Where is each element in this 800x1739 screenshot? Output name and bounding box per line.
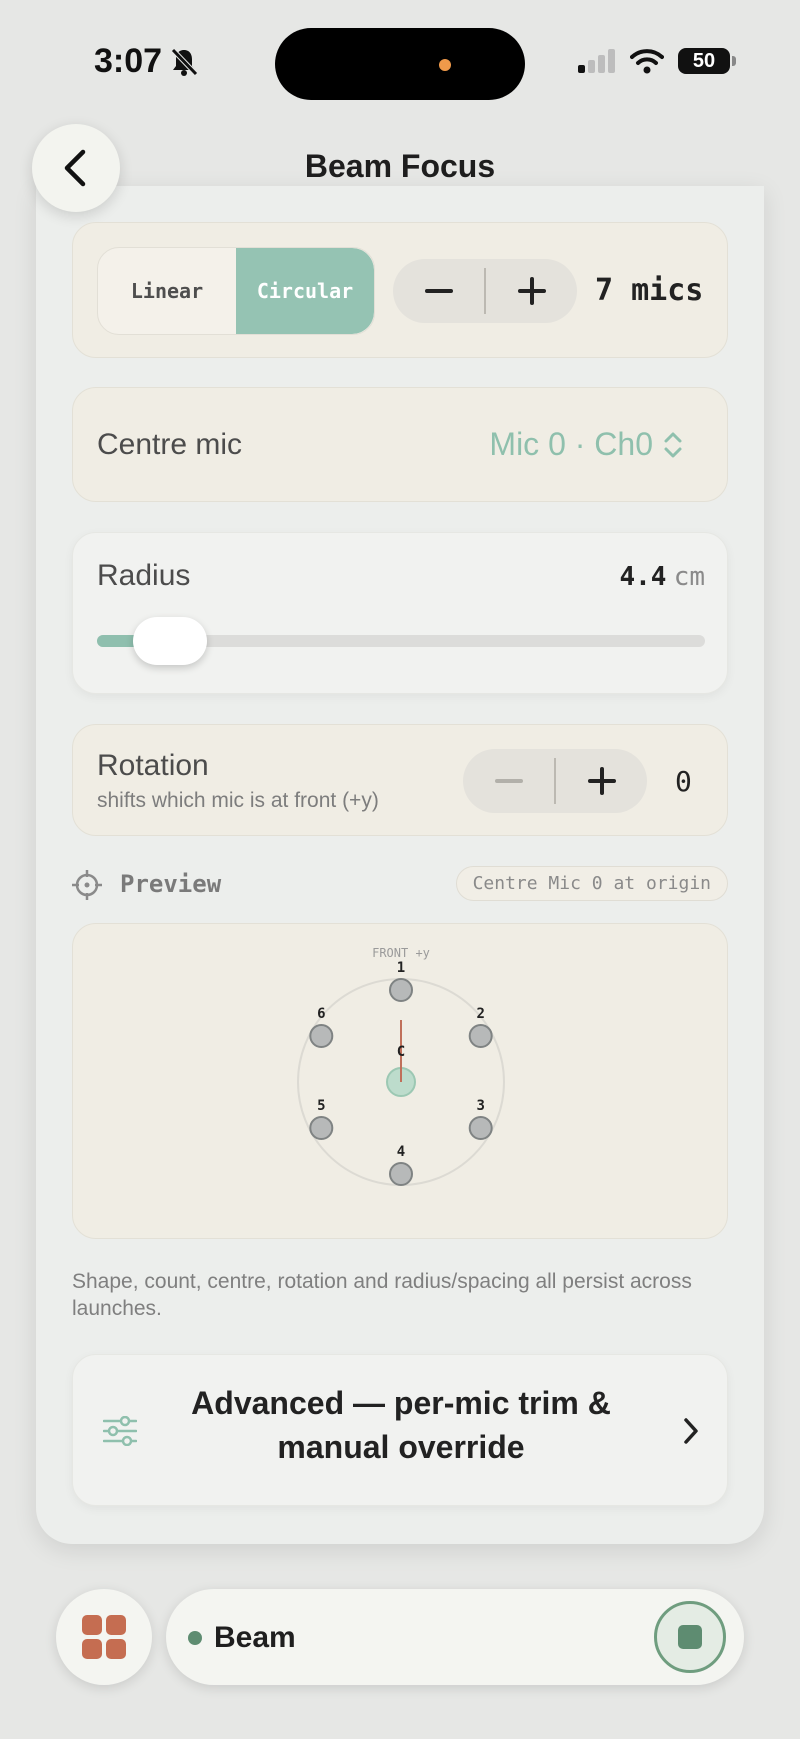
camera-indicator: [439, 59, 451, 71]
mic-label-3: 3: [476, 1098, 484, 1114]
plus-icon: [587, 767, 616, 795]
rotation-card: Rotation shifts which mic is at front (+…: [72, 724, 728, 836]
bell-muted-icon: [171, 47, 198, 76]
rotation-label: Rotation: [97, 749, 209, 782]
shape-segmented-control: Linear Circular: [97, 247, 375, 335]
radius-unit: cm: [673, 562, 705, 592]
crosshair-icon: [72, 870, 102, 900]
preview-header: Preview Centre Mic 0 at origin: [72, 866, 728, 906]
front-direction-label: FRONT +y: [372, 946, 430, 960]
minus-icon: [494, 779, 523, 783]
page-title: Beam Focus: [304, 148, 496, 184]
array-layout-card: Linear Circular 7 mics: [72, 222, 728, 358]
centre-mic-label: C: [397, 1044, 405, 1060]
radius-label: Radius: [97, 559, 191, 592]
mic-label-1: 1: [397, 960, 405, 976]
advanced-label: Advanced — per-mic trim & manual overrid…: [191, 1385, 611, 1465]
chevron-right-icon: [684, 1418, 698, 1444]
preview-origin-badge: Centre Mic 0 at origin: [455, 866, 728, 901]
mic-node-1[interactable]: [389, 978, 413, 1002]
centre-mic-picker[interactable]: Mic 0 · Ch0: [489, 426, 683, 463]
rotation-value: 0: [675, 765, 692, 798]
centre-mic-label: Centre mic: [97, 428, 243, 461]
dynamic-island: [275, 28, 525, 100]
shape-linear-option[interactable]: Linear: [98, 248, 236, 334]
active-mode-bar[interactable]: Beam: [166, 1589, 744, 1685]
rotation-stepper: [463, 749, 647, 813]
minus-icon: [424, 289, 453, 293]
increment-mics-button[interactable]: [486, 259, 577, 323]
status-indicators: 50: [578, 48, 736, 74]
status-time: 3:07: [94, 42, 198, 81]
preview-title: Preview: [120, 870, 222, 898]
apps-grid-button[interactable]: [56, 1589, 152, 1685]
active-mode-label: Beam: [214, 1621, 296, 1654]
increment-rotation-button[interactable]: [556, 749, 647, 813]
battery-indicator: 50: [678, 48, 736, 74]
grid-icon: [82, 1615, 126, 1659]
plus-icon: [517, 277, 546, 305]
mic-label-5: 5: [317, 1098, 325, 1114]
stop-icon: [678, 1625, 702, 1649]
mic-label-4: 4: [397, 1144, 405, 1160]
chevron-up-down-icon: [664, 432, 682, 457]
mic-label-2: 2: [476, 1006, 484, 1022]
mic-label-6: 6: [317, 1006, 325, 1022]
decrement-rotation-button[interactable]: [463, 749, 554, 813]
mic-count-value: 7 mics: [595, 273, 704, 308]
active-indicator-dot: [188, 1631, 202, 1645]
sliders-icon: [103, 1416, 137, 1446]
mic-count-stepper: [393, 259, 577, 323]
radius-readout: 4.4 cm: [619, 561, 705, 592]
rotation-hint: shifts which mic is at front (+y): [97, 789, 379, 812]
mic-node-2[interactable]: [468, 1024, 493, 1048]
mic-node-3[interactable]: [468, 1116, 493, 1140]
stop-button[interactable]: [654, 1601, 726, 1673]
centre-mic-card: Centre mic Mic 0 · Ch0: [72, 387, 728, 502]
mic-array-diagram: FRONT +y 1 2 3 4 5 6 C: [297, 946, 505, 1186]
mic-node-4[interactable]: [389, 1162, 413, 1186]
persistence-note: Shape, count, centre, rotation and radiu…: [72, 1270, 692, 1320]
radius-slider-thumb[interactable]: [132, 617, 207, 665]
preview-card: FRONT +y 1 2 3 4 5 6 C: [72, 923, 728, 1239]
advanced-row[interactable]: Advanced — per-mic trim & manual overrid…: [72, 1354, 728, 1506]
radius-value: 4.4: [619, 562, 667, 592]
shape-circular-option[interactable]: Circular: [236, 248, 374, 334]
mic-node-6[interactable]: [309, 1024, 334, 1048]
signal-icon: [578, 49, 615, 73]
radius-card: Radius 4.4 cm: [72, 532, 728, 694]
decrement-mics-button[interactable]: [393, 259, 484, 323]
mic-node-5[interactable]: [309, 1116, 334, 1140]
wifi-icon: [630, 49, 664, 74]
centre-mic-value: Mic 0 · Ch0: [489, 426, 653, 462]
